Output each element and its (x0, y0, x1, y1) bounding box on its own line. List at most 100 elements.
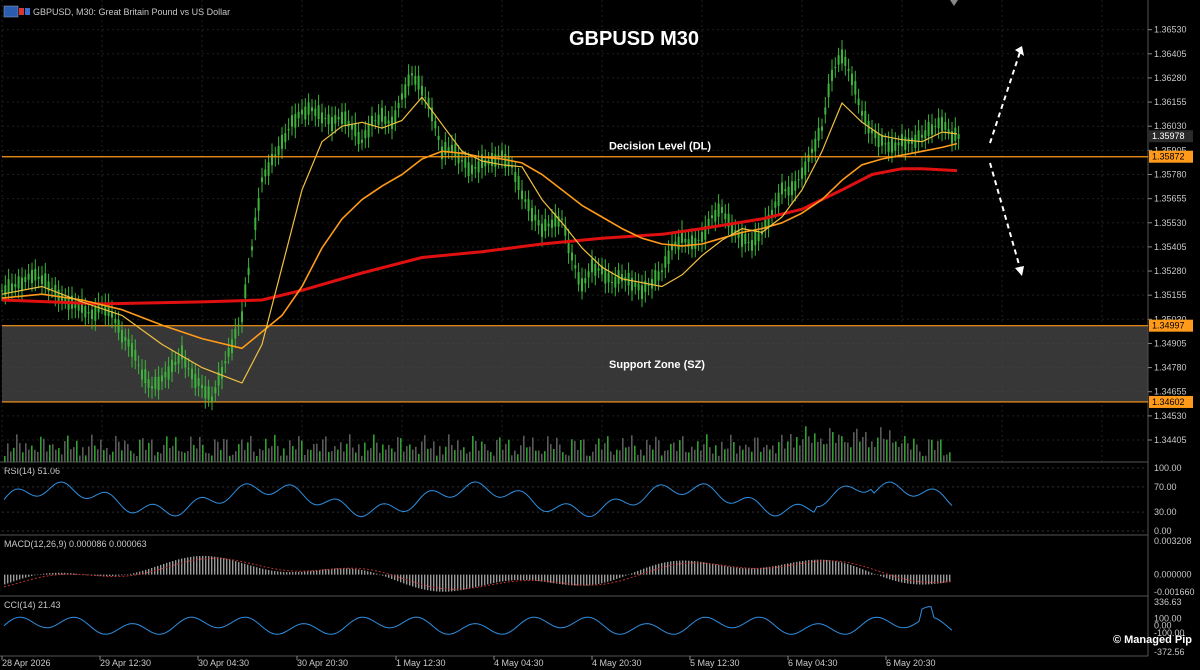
cci-tick-label: 336.63 (1154, 597, 1182, 607)
candle-body (274, 154, 277, 157)
volume-bar (712, 453, 714, 462)
volume-bar (52, 444, 54, 462)
macd-histogram-bar (634, 572, 636, 575)
volume-bar (397, 437, 399, 462)
volume-bar (499, 437, 501, 462)
candle-body (777, 192, 780, 207)
candle-body (814, 138, 817, 152)
macd-histogram-bar (223, 558, 225, 575)
volume-bar (562, 452, 564, 462)
price-chart[interactable]: Support Zone (SZ) Decision Level (DL) 1.… (0, 0, 1200, 670)
macd-histogram-bar (682, 560, 684, 575)
volume-bar (895, 441, 897, 462)
volume-bar (22, 452, 24, 462)
volume-bar (856, 428, 858, 462)
volume-bar (868, 447, 870, 462)
macd-histogram-bar (526, 574, 528, 581)
volume-bar (346, 443, 348, 462)
volume-bar (616, 449, 618, 462)
macd-histogram-bar (751, 568, 753, 575)
macd-histogram-bar (430, 574, 432, 591)
volume-bar (622, 438, 624, 462)
volume-bar (496, 439, 498, 462)
macd-histogram-bar (814, 559, 816, 575)
volume-bar (490, 451, 492, 462)
candle-body (614, 276, 617, 288)
macd-histogram-bar (193, 556, 195, 575)
volume-bar (658, 440, 660, 462)
volume-bar (316, 443, 318, 462)
x-tick-label: 28 Apr 2026 (2, 658, 51, 668)
volume-bar (733, 442, 735, 462)
volume-bar (421, 441, 423, 462)
macd-histogram-bar (10, 574, 12, 583)
candle-body (904, 136, 907, 150)
macd-histogram-bar (490, 574, 492, 584)
macd-histogram-bar (916, 574, 918, 585)
macd-histogram-bar (301, 571, 303, 575)
candle-body (634, 282, 637, 287)
volume-bar (391, 448, 393, 462)
candle-body (121, 330, 123, 343)
macd-header: MACD(12,26,9) 0.000086 0.000063 (4, 539, 147, 549)
macd-histogram-bar (217, 557, 219, 575)
candle-body (484, 159, 487, 167)
volume-bar (889, 430, 891, 462)
volume-bar (376, 442, 378, 462)
volume-bar (343, 451, 345, 462)
macd-histogram-bar (355, 569, 357, 575)
macd-histogram-bar (910, 574, 912, 584)
volume-bar (280, 455, 282, 462)
macd-histogram-bar (304, 571, 306, 575)
candle-body (711, 215, 713, 218)
volume-bar (529, 446, 531, 462)
volume-bar (235, 451, 237, 462)
macd-histogram-bar (184, 557, 186, 575)
candle-body (454, 143, 457, 158)
volume-bar (205, 452, 207, 462)
candle-body (801, 167, 803, 179)
candle-body (14, 284, 17, 288)
macd-histogram-bar (31, 574, 33, 577)
volume-bar (778, 441, 780, 462)
candle-body (227, 347, 230, 357)
volume-bar (403, 451, 405, 462)
candle-body (334, 115, 337, 124)
candle-body (461, 160, 463, 162)
macd-histogram-bar (433, 574, 435, 592)
candle-body (294, 114, 297, 128)
volume-bar (526, 447, 528, 462)
candle-body (424, 96, 427, 98)
candle-body (54, 284, 57, 296)
volume-bar (208, 453, 210, 462)
macd-histogram-bar (175, 560, 177, 575)
cci-tick-label: -372.56 (1154, 647, 1185, 657)
volume-bar (415, 446, 417, 462)
macd-histogram-bar (502, 574, 504, 582)
volume-bar (925, 455, 927, 462)
candle-body (741, 233, 743, 247)
volume-bar (688, 452, 690, 462)
volume-bar (232, 454, 234, 462)
volume-bar (520, 445, 522, 462)
volume-bar (433, 441, 435, 462)
macd-histogram-bar (481, 574, 483, 586)
macd-histogram-bar (637, 570, 639, 575)
macd-histogram-bar (259, 568, 261, 575)
candle-body (647, 284, 650, 287)
candle-body (604, 269, 607, 284)
volume-bar (703, 444, 705, 462)
candle-body (114, 318, 117, 324)
macd-histogram-bar (451, 574, 453, 592)
candle-body (524, 199, 527, 202)
candle-body (277, 145, 280, 156)
macd-histogram-bar (727, 566, 729, 575)
volume-bar (763, 447, 765, 462)
macd-histogram-bar (121, 574, 123, 576)
volume-bar (253, 451, 255, 462)
macd-histogram-bar (841, 562, 843, 575)
candle-body (31, 269, 33, 284)
candle-body (307, 102, 310, 115)
macd-histogram-bar (574, 574, 576, 586)
volume-bar (853, 432, 855, 462)
